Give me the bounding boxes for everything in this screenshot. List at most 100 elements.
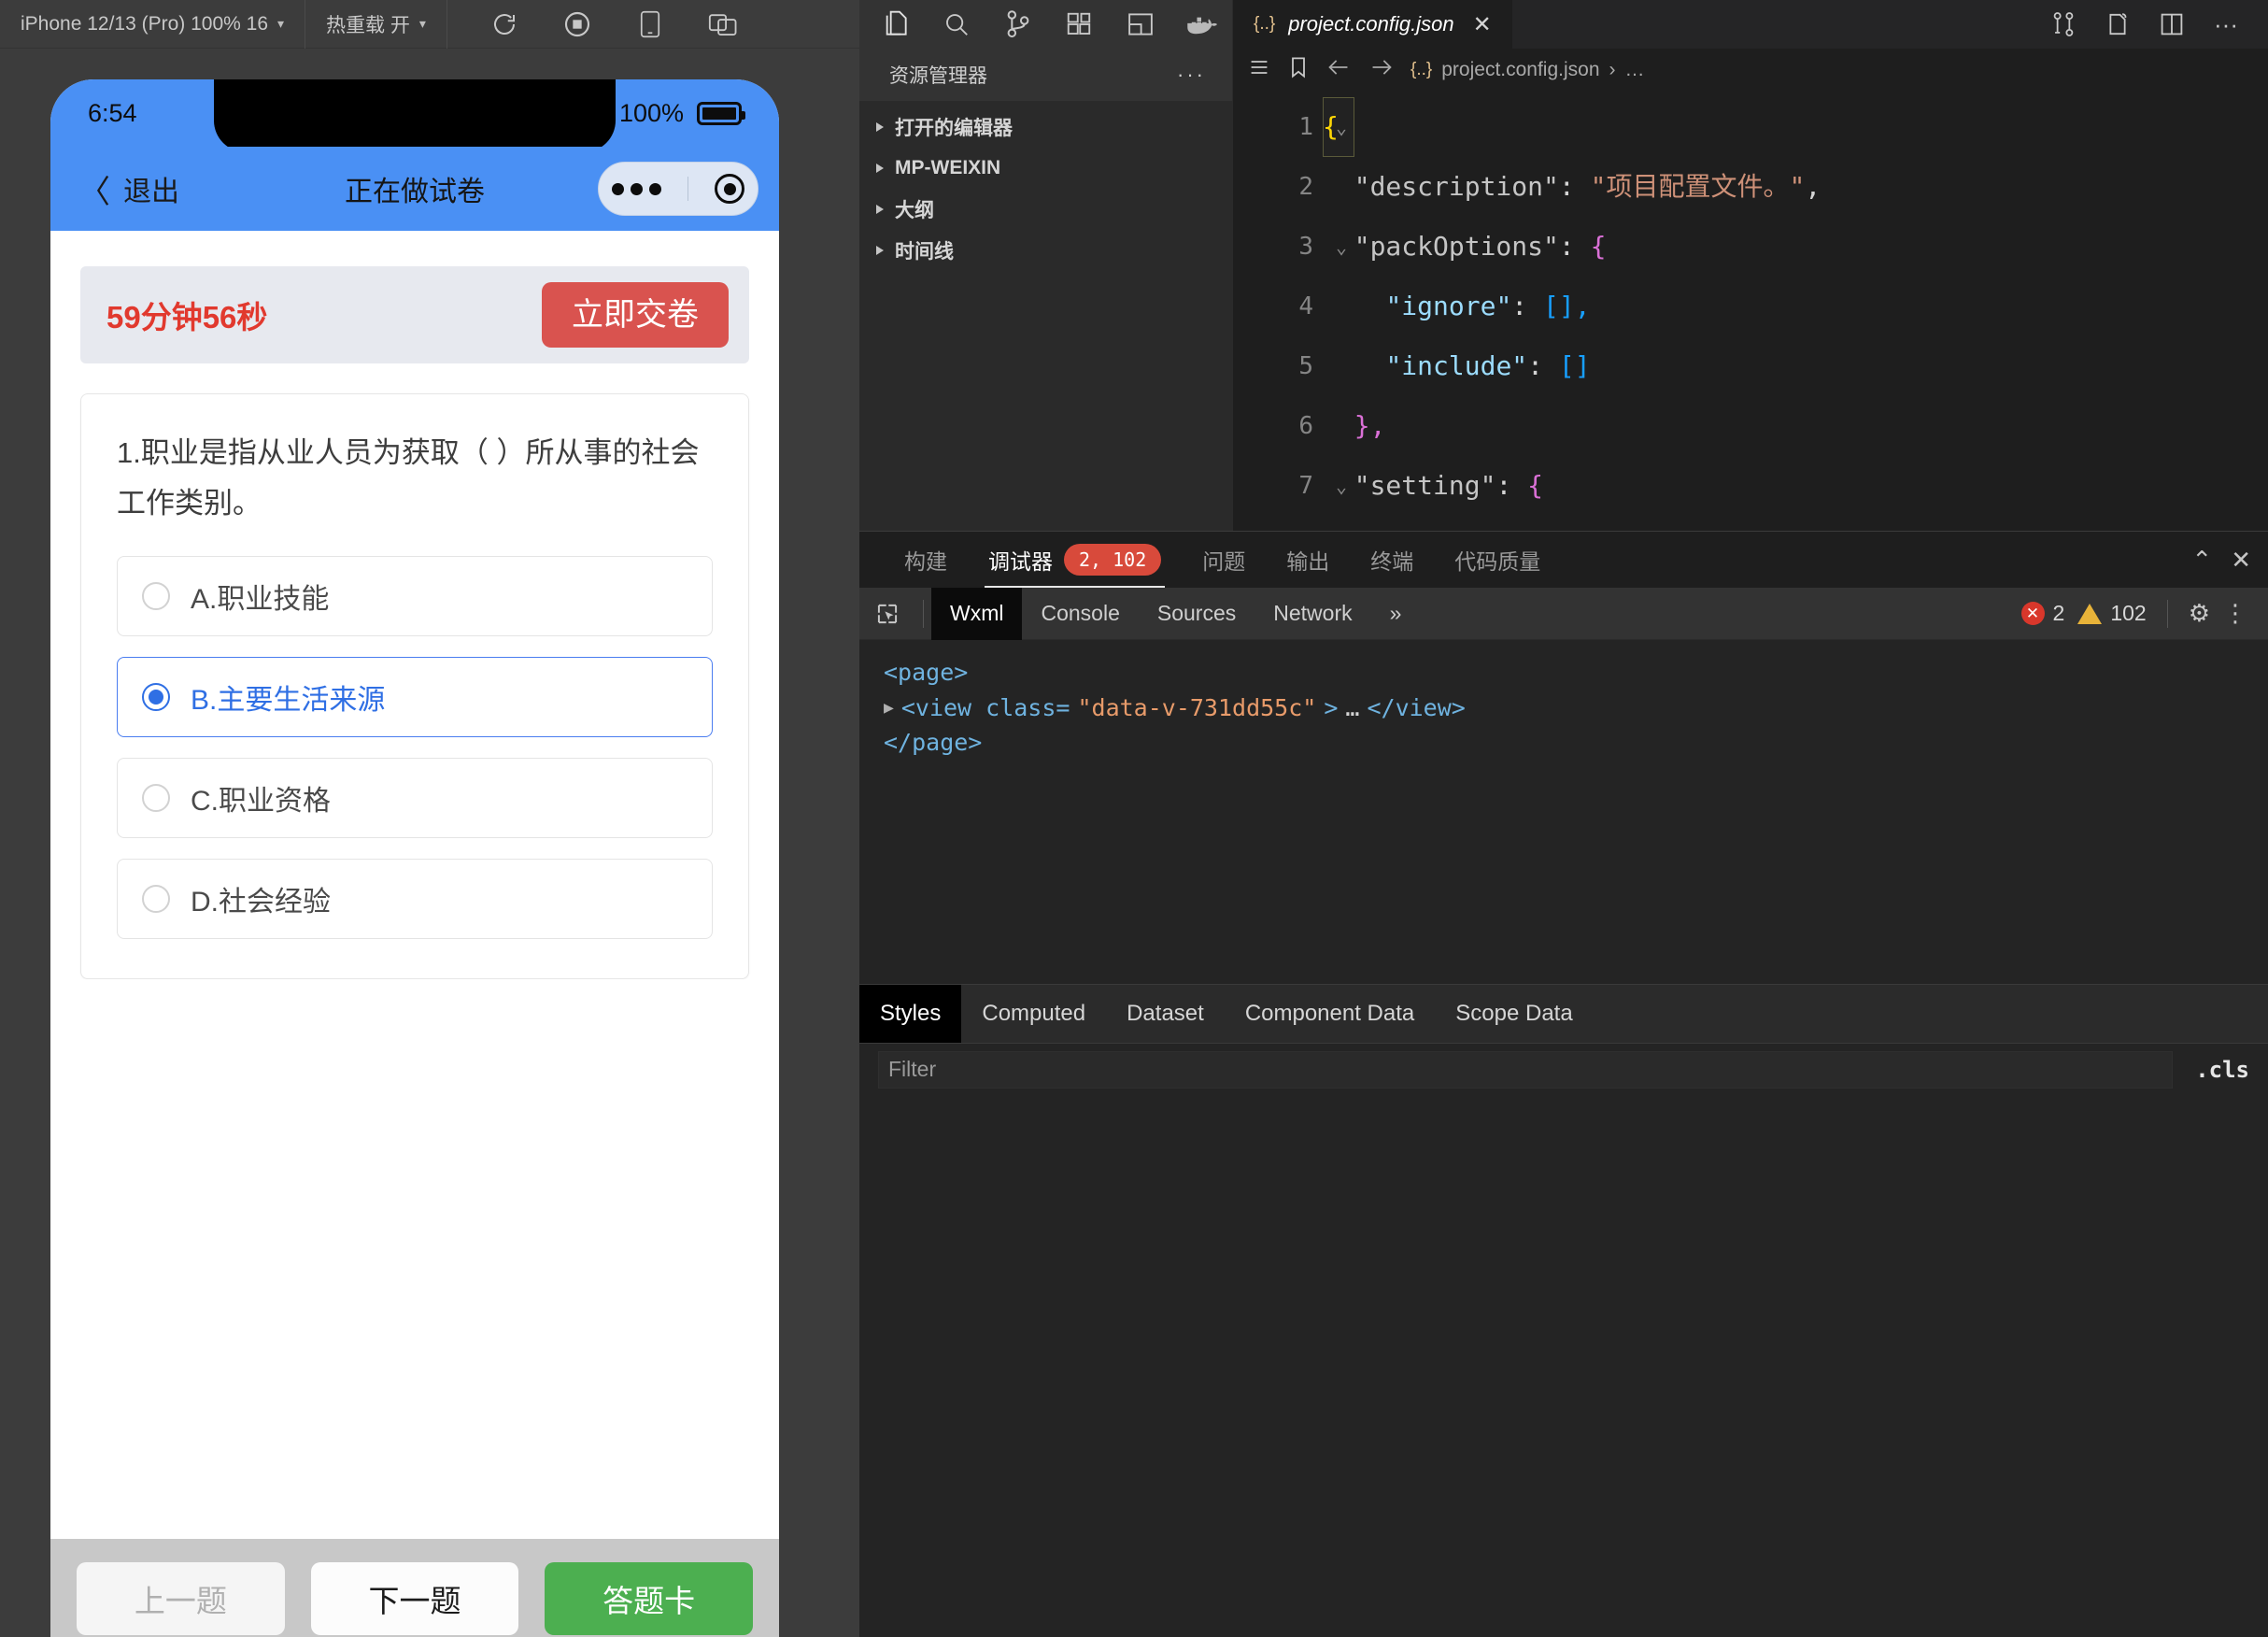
code-line-6: },: [1354, 410, 1386, 441]
fold-icon[interactable]: ⌄: [1336, 217, 1347, 277]
stop-record-icon[interactable]: [541, 0, 614, 49]
editor-more-icon[interactable]: ···: [2201, 0, 2251, 49]
phone-frame: 6:54 100% 〈 退出 正在做试卷 59分钟56秒 立即交卷 1.职业是指…: [50, 79, 779, 1637]
styles-pane: Styles Computed Dataset Component Data S…: [859, 984, 2268, 1637]
device-selector[interactable]: iPhone 12/13 (Pro) 100% 16 ▾: [0, 0, 306, 49]
styles-filter-row: Filter .cls: [859, 1043, 2268, 1095]
code-line-1: {: [1323, 111, 1339, 142]
explorer-section-project[interactable]: MP-WEIXIN: [859, 148, 1232, 189]
simulator-stage: 6:54 100% 〈 退出 正在做试卷 59分钟56秒 立即交卷 1.职业是指…: [0, 49, 859, 1637]
status-time: 6:54: [88, 98, 137, 127]
devtools-tab-wxml[interactable]: Wxml: [931, 587, 1023, 640]
panel-tab-bar: 构建 调试器 2, 102 问题 输出 终端 代码质量 ⌃ ✕: [859, 532, 2268, 588]
panel-tab-terminal[interactable]: 终端: [1350, 532, 1434, 588]
devtools-tab-sources[interactable]: Sources: [1139, 588, 1254, 640]
explorer-section-timeline[interactable]: 时间线: [859, 230, 1232, 271]
prev-question-button[interactable]: 上一题: [77, 1562, 285, 1635]
explorer-more-icon[interactable]: ···: [1177, 63, 1206, 87]
styles-tab-component-data[interactable]: Component Data: [1225, 985, 1435, 1043]
search-icon[interactable]: [927, 0, 988, 49]
exam-bottom-bar: 上一题 下一题 答题卡: [50, 1539, 779, 1637]
option-label: D.社会经验: [191, 886, 331, 918]
wxml-tree[interactable]: <page> ▶ <view class= "data-v-731dd55c" >… <…: [859, 640, 2268, 984]
open-preview-icon[interactable]: [2092, 0, 2143, 49]
vscode-top-area: 资源管理器 ··· 打开的编辑器 MP-WEIXIN 大纲 时间线 {..} p…: [859, 0, 2268, 531]
bottom-panel: 构建 调试器 2, 102 问题 输出 终端 代码质量 ⌃ ✕ Wxml Con…: [859, 531, 2268, 1637]
bookmark-icon[interactable]: [1289, 56, 1308, 84]
error-count-badge[interactable]: ✕ 2: [2020, 601, 2064, 626]
countdown-timer: 59分钟56秒: [106, 300, 268, 335]
extensions-icon[interactable]: [1049, 0, 1111, 49]
close-panel-icon[interactable]: ✕: [2231, 546, 2251, 575]
compare-changes-icon[interactable]: [2038, 0, 2089, 49]
timer-bar: 59分钟56秒 立即交卷: [80, 266, 749, 363]
outline-list-icon[interactable]: [1248, 56, 1270, 84]
simulator-toolbar: iPhone 12/13 (Pro) 100% 16 ▾ 热重载 开 ▾: [0, 0, 859, 49]
json-file-icon: {..}: [1254, 14, 1276, 34]
close-icon[interactable]: ✕: [1473, 11, 1492, 38]
collapse-panel-icon[interactable]: ⌃: [2191, 546, 2212, 575]
wechat-capsule[interactable]: [598, 162, 758, 216]
styles-filter-input[interactable]: Filter: [878, 1050, 2174, 1089]
panel-tab-debugger[interactable]: 调试器 2, 102: [968, 532, 1182, 588]
kebab-menu-icon[interactable]: ⋮: [2223, 599, 2247, 628]
panel-actions: ⌃ ✕: [2191, 546, 2268, 575]
navigate-back-icon[interactable]: [1326, 57, 1351, 83]
hot-reload-selector[interactable]: 热重载 开 ▾: [305, 0, 447, 49]
layout-icon[interactable]: [1110, 0, 1171, 49]
fold-icon[interactable]: ⌄: [1336, 456, 1347, 516]
tab-project-config-json[interactable]: {..} project.config.json ✕: [1233, 0, 1513, 49]
wxml-node-page-open[interactable]: <page>: [884, 655, 2244, 690]
styles-tab-computed[interactable]: Computed: [961, 985, 1106, 1043]
styles-tab-dataset[interactable]: Dataset: [1106, 985, 1225, 1043]
source-control-icon[interactable]: [987, 0, 1049, 49]
add-class-button[interactable]: .cls: [2173, 1057, 2249, 1083]
code-editor[interactable]: 1 ⌄ 2 3 ⌄ 4 5 6 7 ⌄ { "description": "项目配置文…: [1233, 92, 2268, 531]
styles-tab-bar: Styles Computed Dataset Component Data S…: [859, 985, 2268, 1043]
files-icon[interactable]: [865, 0, 927, 49]
styles-tab-scope-data[interactable]: Scope Data: [1435, 985, 1593, 1043]
close-target-icon[interactable]: [715, 174, 744, 204]
answer-card-button[interactable]: 答题卡: [545, 1562, 754, 1635]
inspect-element-icon[interactable]: [859, 602, 915, 626]
navigate-forward-icon[interactable]: [1369, 57, 1394, 83]
wxml-node-page-close[interactable]: </page>: [884, 725, 2244, 761]
devtools-tab-network[interactable]: Network: [1254, 588, 1370, 640]
section-label: 时间线: [895, 241, 954, 263]
activity-bar: [859, 0, 1232, 49]
battery-percent-label: 100%: [618, 98, 684, 127]
option-b[interactable]: B.主要生活来源: [117, 656, 713, 737]
split-icon[interactable]: [687, 0, 759, 49]
warning-count-badge[interactable]: 102: [2077, 601, 2147, 626]
devtools-tab-console[interactable]: Console: [1022, 588, 1138, 640]
breadcrumb-path[interactable]: {..} project.config.json › …: [1410, 59, 1645, 81]
vscode-window: 资源管理器 ··· 打开的编辑器 MP-WEIXIN 大纲 时间线 {..} p…: [859, 0, 2268, 1637]
gear-icon[interactable]: ⚙: [2189, 599, 2210, 628]
split-editor-icon[interactable]: [2147, 0, 2197, 49]
submit-exam-button[interactable]: 立即交卷: [542, 282, 729, 348]
panel-tab-problems[interactable]: 问题: [1182, 532, 1266, 588]
explorer-section-outline[interactable]: 大纲: [859, 189, 1232, 230]
panel-tab-code-quality[interactable]: 代码质量: [1434, 532, 1561, 588]
next-question-button[interactable]: 下一题: [310, 1562, 519, 1635]
device-icon[interactable]: [614, 0, 687, 49]
debugger-badge: 2, 102: [1064, 544, 1162, 576]
panel-tab-output[interactable]: 输出: [1266, 532, 1350, 588]
option-d[interactable]: D.社会经验: [117, 858, 713, 939]
wxml-node-view[interactable]: ▶ <view class= "data-v-731dd55c" >… </view>: [884, 690, 2244, 726]
question-text: 1.职业是指从业人员为获取（ ）所从事的社会工作类别。: [117, 436, 700, 520]
docker-icon[interactable]: [1171, 0, 1233, 49]
styles-tab-styles[interactable]: Styles: [859, 985, 962, 1043]
chevron-right-icon[interactable]: ▶: [884, 695, 894, 720]
option-a[interactable]: A.职业技能: [117, 555, 713, 636]
code-content[interactable]: { "description": "项目配置文件。", "packOptions…: [1323, 97, 2268, 531]
refresh-icon[interactable]: [468, 0, 541, 49]
devtools-tab-overflow-icon[interactable]: »: [1371, 588, 1421, 640]
back-button[interactable]: 〈 退出: [78, 166, 179, 212]
option-c[interactable]: C.职业资格: [117, 757, 713, 838]
chevron-right-icon: [876, 164, 884, 173]
more-dots-icon[interactable]: [612, 182, 661, 195]
editor-column: {..} project.config.json ✕ ··· {..} proj…: [1233, 0, 2268, 531]
panel-tab-build[interactable]: 构建: [884, 532, 968, 588]
explorer-section-open-editors[interactable]: 打开的编辑器: [859, 107, 1232, 148]
